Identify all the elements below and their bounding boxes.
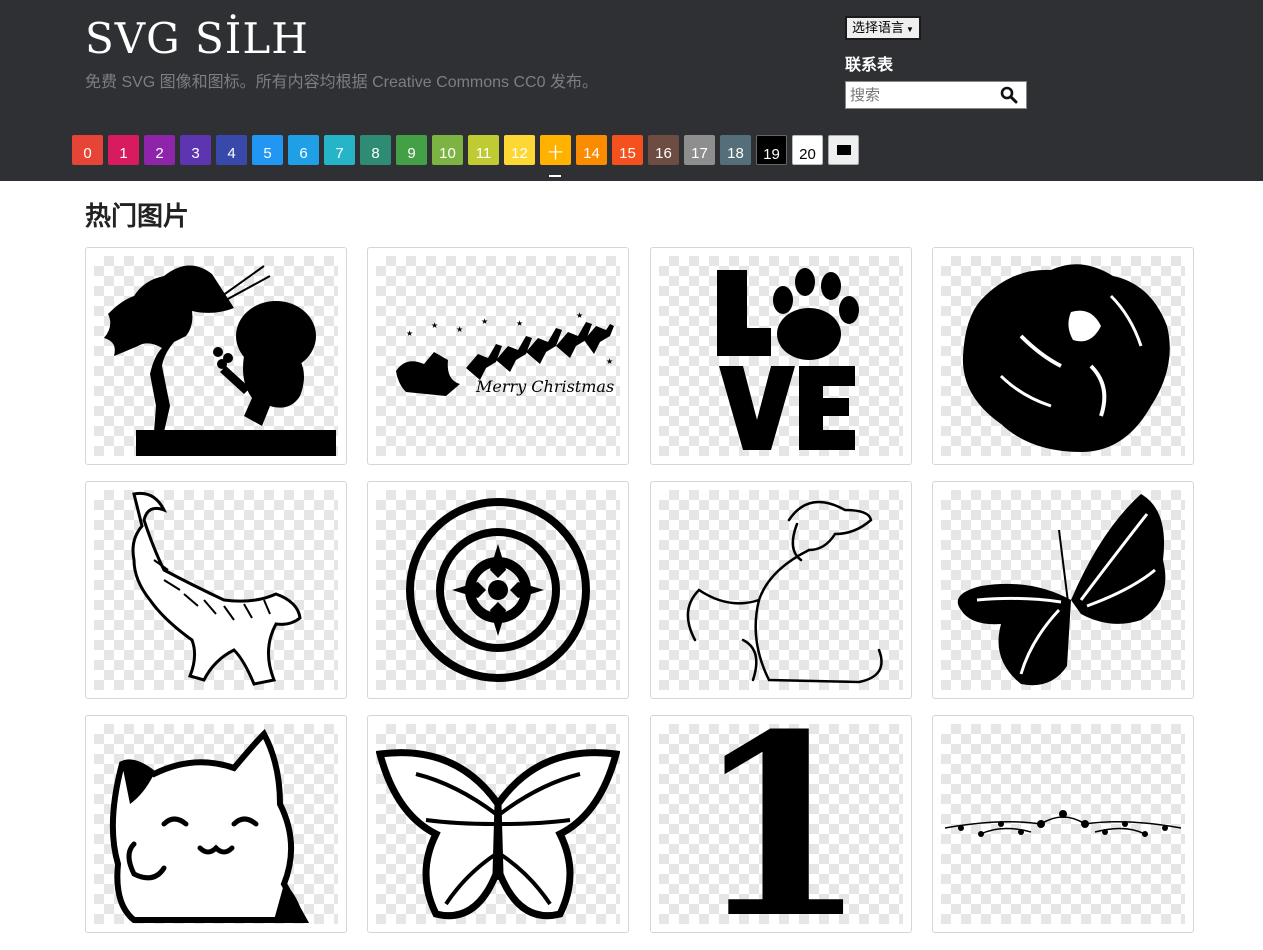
search-box [845, 81, 1027, 109]
tiger-leaping-sketch-image [94, 490, 338, 690]
color-swatch-18[interactable]: 18 [720, 135, 751, 165]
site-subtitle: 免费 SVG 图像和图标。所有内容均根据 Creative Commons CC… [85, 74, 598, 91]
color-swatch-label: 15 [619, 145, 636, 162]
image-card-rose[interactable] [932, 247, 1194, 465]
number-one-serif-image: 1 [659, 724, 903, 924]
image-card-mandala[interactable] [367, 481, 629, 699]
love-paw-print-image [659, 256, 903, 456]
color-swatch-label: 0 [83, 145, 92, 162]
color-swatch-label: 十 [547, 145, 563, 162]
search-icon[interactable] [1000, 86, 1018, 104]
site-header: SVG SİLH 免费 SVG 图像和图标。所有内容均根据 Creative C… [0, 0, 1263, 181]
color-swatch-label: 4 [227, 145, 236, 162]
image-card-monarch[interactable] [367, 715, 629, 933]
butterfly-silhouette-image [941, 490, 1185, 690]
image-card-christmas[interactable]: ★ ★ ★ ★ ★ ★ ★ Merry Christmas [367, 247, 629, 465]
color-swatch-label: 5 [263, 145, 272, 162]
color-swatch-10[interactable]: 10 [432, 135, 463, 165]
svg-text:★: ★ [456, 325, 463, 334]
color-swatch-8[interactable]: 8 [360, 135, 391, 165]
search-input[interactable] [846, 82, 1004, 108]
color-swatch-15[interactable]: 15 [612, 135, 643, 165]
color-swatch-16[interactable]: 16 [648, 135, 679, 165]
site-title[interactable]: SVG SİLH [85, 14, 309, 63]
color-swatch-label: 14 [583, 145, 600, 162]
color-swatch-label: 8 [371, 145, 380, 162]
color-swatch-label: 12 [511, 145, 528, 162]
santa-sleigh-merry-christmas-image: ★ ★ ★ ★ ★ ★ ★ Merry Christmas [376, 256, 620, 456]
color-swatch-label: 6 [299, 145, 308, 162]
color-swatch-label: 20 [799, 146, 816, 163]
color-swatch-19[interactable]: 19 [756, 135, 787, 165]
mandala-flower-image [376, 490, 620, 690]
black-rectangle-icon [837, 145, 851, 155]
color-swatch-17[interactable]: 17 [684, 135, 715, 165]
contact-link[interactable]: 联系表 [845, 51, 893, 75]
caret-down-icon: ▼ [906, 25, 914, 34]
couple-flowers-silhouette-image [94, 256, 338, 456]
color-swatch-label: 9 [407, 145, 416, 162]
svg-text:★: ★ [406, 329, 413, 338]
floral-divider-image [941, 724, 1185, 924]
color-swatch-7[interactable]: 7 [324, 135, 355, 165]
color-swatch-label: 18 [727, 145, 744, 162]
color-swatch-6[interactable]: 6 [288, 135, 319, 165]
color-swatch-0[interactable]: 0 [72, 135, 103, 165]
color-swatch-12[interactable]: 12 [504, 135, 535, 165]
image-card-love-paw[interactable] [650, 247, 912, 465]
svg-text:★: ★ [606, 357, 613, 366]
color-swatch-14[interactable]: 14 [576, 135, 607, 165]
dog-line-art-image [659, 490, 903, 690]
color-swatch-9[interactable]: 9 [396, 135, 427, 165]
color-swatch-label: 17 [691, 145, 708, 162]
rose-silhouette-image [941, 256, 1185, 456]
color-swatch-label: 19 [763, 146, 780, 163]
color-swatch-label: 3 [191, 145, 200, 162]
color-swatch-label: 2 [155, 145, 164, 162]
language-select-label: 选择语言 [852, 20, 905, 35]
language-select-button[interactable]: 选择语言 ▼ [845, 16, 921, 40]
svg-text:★: ★ [516, 319, 523, 328]
color-swatch-label: 11 [475, 145, 492, 162]
color-swatch-3[interactable]: 3 [180, 135, 211, 165]
image-card-floral-divider[interactable] [932, 715, 1194, 933]
svg-text:★: ★ [431, 321, 438, 330]
monarch-butterfly-image [376, 724, 620, 924]
image-card-butterfly[interactable] [932, 481, 1194, 699]
color-swatch-label: 7 [335, 145, 344, 162]
color-swatch-20[interactable]: 20 [792, 135, 823, 165]
color-swatch-11[interactable]: 11 [468, 135, 499, 165]
image-card-dog[interactable] [650, 481, 912, 699]
color-swatch-4[interactable]: 4 [216, 135, 247, 165]
svg-text:★: ★ [481, 317, 488, 326]
color-swatch-2[interactable]: 2 [144, 135, 175, 165]
color-swatch-label: 1 [119, 145, 128, 162]
svg-text:★: ★ [576, 311, 583, 320]
image-card-lucky-cat[interactable] [85, 715, 347, 933]
selected-color-indicator [549, 175, 561, 177]
image-card-number-one[interactable]: 1 [650, 715, 912, 933]
color-swatch-1[interactable]: 1 [108, 135, 139, 165]
color-swatch-picker[interactable] [828, 135, 859, 165]
image-card-tiger[interactable] [85, 481, 347, 699]
color-swatch-label: 16 [655, 145, 672, 162]
section-title: 热门图片 [85, 201, 190, 231]
lucky-cat-line-art-image [94, 724, 338, 924]
color-swatch-5[interactable]: 5 [252, 135, 283, 165]
color-swatch-label: 10 [439, 145, 456, 162]
christmas-text: Merry Christmas [475, 377, 614, 396]
number-one-text: 1 [694, 724, 868, 924]
color-swatch-13[interactable]: 十 [540, 135, 571, 165]
image-card-couple[interactable] [85, 247, 347, 465]
